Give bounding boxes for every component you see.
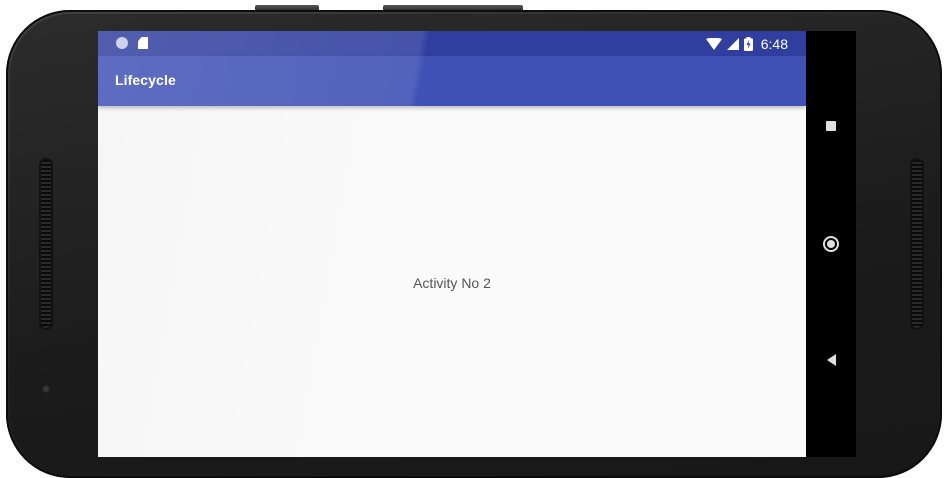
recent-apps-icon: [826, 121, 836, 131]
navigation-bar: [806, 31, 856, 457]
app-window: 6:48 Lifecycle Activity No 2: [98, 31, 806, 457]
status-bar: 6:48: [98, 31, 806, 56]
notification-dot-icon: [116, 37, 128, 49]
front-camera: [42, 385, 50, 393]
wifi-icon: [705, 38, 722, 50]
back-button[interactable]: [806, 340, 856, 380]
back-icon: [826, 354, 836, 366]
status-right-icons: 6:48: [705, 36, 788, 52]
app-toolbar: Lifecycle: [98, 56, 806, 106]
speaker-grille-left: [39, 158, 53, 330]
activity-label: Activity No 2: [413, 275, 491, 291]
cell-signal-icon: [726, 38, 739, 50]
device-screen: 6:48 Lifecycle Activity No 2: [98, 31, 856, 457]
recent-apps-button[interactable]: [806, 106, 856, 146]
status-left-icons: [116, 37, 148, 49]
status-time: 6:48: [760, 36, 788, 52]
speaker-grille-right: [910, 158, 924, 330]
emulator-frame: 6:48 Lifecycle Activity No 2: [0, 0, 946, 478]
battery-charging-icon: [743, 37, 753, 51]
sd-card-icon: [138, 37, 148, 49]
home-button[interactable]: [806, 224, 856, 264]
home-icon: [823, 236, 839, 252]
app-title: Lifecycle: [115, 72, 176, 88]
